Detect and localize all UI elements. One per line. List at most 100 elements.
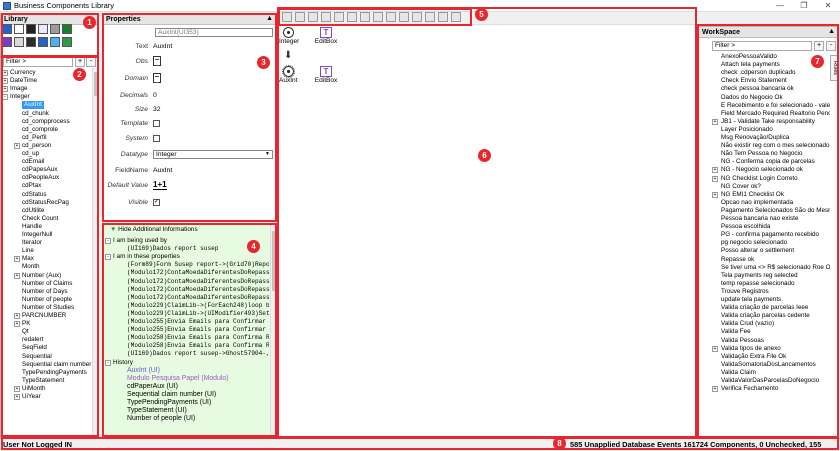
tree-item[interactable]: Qt [22, 328, 29, 336]
editbox-component[interactable]: T EditBox [312, 66, 340, 84]
tree-item[interactable]: check pessoa bancaria ok [721, 85, 794, 93]
tree-item[interactable]: Validação Extra File Ok [721, 353, 786, 361]
tree-item[interactable]: Dados do Negocio Ok [721, 94, 783, 102]
tree-item[interactable]: temp repasse selecionado [721, 280, 795, 288]
tree-item[interactable]: Tela payments reg selected [721, 272, 798, 280]
list-icon[interactable] [38, 24, 48, 34]
export-icon[interactable] [321, 12, 331, 22]
rules-tab[interactable]: Rules [830, 55, 839, 81]
tree-item[interactable]: Valida Pessoas [721, 337, 764, 345]
tree-item[interactable]: NG - Conferma copia de parcelas [721, 158, 815, 166]
integer-component[interactable]: Integer [279, 27, 299, 45]
tree-item[interactable]: Pagamento Selecionados São do Mesr [721, 207, 830, 215]
expand-toggle[interactable]: + [2, 70, 8, 76]
tree-item[interactable]: Pessoa bancaria nao existe [721, 215, 798, 223]
expand-toggle[interactable]: + [712, 167, 718, 174]
info-item[interactable]: (UI169)Dados report susep [127, 245, 218, 253]
list-icon[interactable] [347, 12, 357, 22]
redo-icon[interactable] [308, 12, 318, 22]
tree-item[interactable]: Month [22, 263, 40, 271]
tree-item[interactable]: Valida Crud (vazio) [721, 320, 774, 328]
size-value[interactable]: 32 [153, 106, 161, 113]
workspace-remove-button[interactable]: - [826, 41, 836, 51]
tree-item[interactable]: Number of Days [22, 288, 68, 296]
tree-item[interactable]: AuxInt [22, 101, 44, 110]
tree-item[interactable]: Verifica Fechamento [721, 385, 778, 393]
undo-icon[interactable] [295, 12, 305, 22]
chevron-down-icon[interactable]: ▼ [265, 151, 270, 157]
tree-item[interactable]: Msg Renovação/Duplica [721, 134, 789, 142]
textbox-icon[interactable] [14, 24, 24, 34]
tree-item[interactable]: JB1 - Validate Take responsability [721, 118, 815, 126]
delete-icon[interactable] [399, 12, 409, 22]
info-item[interactable]: (Modulo172)ContaMoedaDiferentesDoRepasse… [127, 286, 269, 294]
used-by-header[interactable]: I am being used by [113, 237, 167, 245]
workspace-filter-input[interactable]: Filter > [712, 41, 812, 51]
gear-icon[interactable] [14, 37, 24, 47]
history-item[interactable]: TypePendingPayments (UI) [127, 399, 211, 407]
expand-toggle[interactable]: + [14, 142, 20, 149]
expand-toggle[interactable]: - [105, 238, 111, 244]
visible-checkbox[interactable]: ✓ [153, 199, 160, 206]
expand-toggle[interactable]: - [105, 359, 111, 366]
tree-item[interactable]: Handle [22, 223, 42, 231]
expand-toggle[interactable]: + [14, 313, 20, 319]
history-item[interactable]: Sequential claim number (UI) [127, 391, 216, 399]
history-header[interactable]: History [113, 359, 133, 367]
tree-item[interactable]: Number (Aux) [22, 272, 61, 280]
link-icon[interactable] [38, 37, 48, 47]
align-icon[interactable] [386, 12, 396, 22]
tree-item[interactable]: cd_up [22, 150, 39, 158]
info-item[interactable]: (Modulo229)ClaimLib->(ForEach248)loop bu… [127, 302, 269, 310]
tree-item[interactable]: Opcao nao implementada [721, 199, 793, 207]
system-checkbox[interactable] [153, 135, 160, 142]
info-item[interactable]: (Form89)Form Susep report->(Grid70)Repor… [127, 261, 269, 269]
tree-item[interactable]: Trouve Registros [721, 288, 769, 296]
template-checkbox[interactable] [153, 120, 160, 127]
tree-item[interactable]: check .cdperson duplicado [721, 69, 796, 77]
tree-item[interactable]: Layer Posicionado [721, 126, 773, 134]
pin-icon[interactable]: ▲ [828, 28, 835, 35]
people-icon[interactable] [26, 24, 36, 34]
tree-item[interactable]: Sequential [22, 353, 52, 361]
document-icon[interactable] [334, 12, 344, 22]
expand-toggle[interactable]: + [712, 175, 718, 182]
info-item[interactable]: (UI169)Dados report susep->Ghost57904-, … [127, 350, 269, 358]
grid-icon[interactable] [425, 12, 435, 22]
tree-item[interactable]: Posso alterar o settlement [721, 247, 794, 255]
history-item[interactable]: Modulo Pesquisa Papel (Modulo) [127, 375, 229, 383]
tree-item[interactable]: SeqField [22, 344, 47, 352]
text-value[interactable]: AuxInt [153, 43, 172, 50]
expand-toggle[interactable]: + [712, 345, 718, 352]
tabs-icon[interactable] [2, 37, 12, 47]
tree-item[interactable]: Integer [10, 93, 30, 101]
tree-item[interactable]: Pessoa escolhida [721, 223, 770, 231]
tree-item[interactable]: NG - Negocio selecionado ok [721, 166, 803, 174]
info-item[interactable]: (Modulo229)ClaimLib->(UIModifier493)Set … [127, 310, 269, 318]
expand-toggle[interactable]: + [14, 385, 20, 392]
info-scrollbar[interactable] [270, 225, 276, 435]
module-icon[interactable] [26, 37, 36, 47]
tree-item[interactable]: PARCNUMBER [22, 312, 66, 320]
tree-item[interactable]: cd_comprole [22, 126, 58, 134]
info-item[interactable]: (Modulo255)Envia Emails para Confirmar D… [127, 326, 269, 334]
info-item[interactable]: (Modulo172)ContaMoedaDiferentesDoRepasse… [127, 278, 269, 286]
tree-item[interactable]: E Recebimento e foi selecionado - vale [721, 102, 830, 110]
tree-item[interactable]: Sequential claim number [22, 361, 91, 369]
tree-item[interactable]: Number of Claims [22, 280, 72, 288]
tree-item[interactable]: NG Cover ok? [721, 183, 761, 191]
tree-item[interactable]: Field Mercado Required Realtorio Penc [721, 110, 830, 118]
tree-item[interactable]: Check Envio Statement [721, 77, 787, 85]
library-remove-button[interactable]: - [86, 57, 96, 67]
tree-item[interactable]: Image [10, 85, 28, 93]
expand-toggle[interactable]: + [14, 256, 20, 263]
tree-item[interactable]: Number of Studies [22, 304, 74, 312]
tree-item[interactable]: cd_Perfil [22, 134, 47, 142]
pin-icon[interactable]: ▲ [266, 15, 273, 22]
tree-item[interactable]: Check Count [22, 215, 58, 223]
tree-item[interactable]: Valida Fee [721, 328, 751, 336]
tree-item[interactable]: ValidaValorDasParcelasDoNegocio [721, 377, 819, 385]
tree-item[interactable]: Valida criação parcelas cedente [721, 312, 810, 320]
expand-toggle[interactable]: - [2, 94, 8, 101]
copy-icon[interactable] [360, 12, 370, 22]
